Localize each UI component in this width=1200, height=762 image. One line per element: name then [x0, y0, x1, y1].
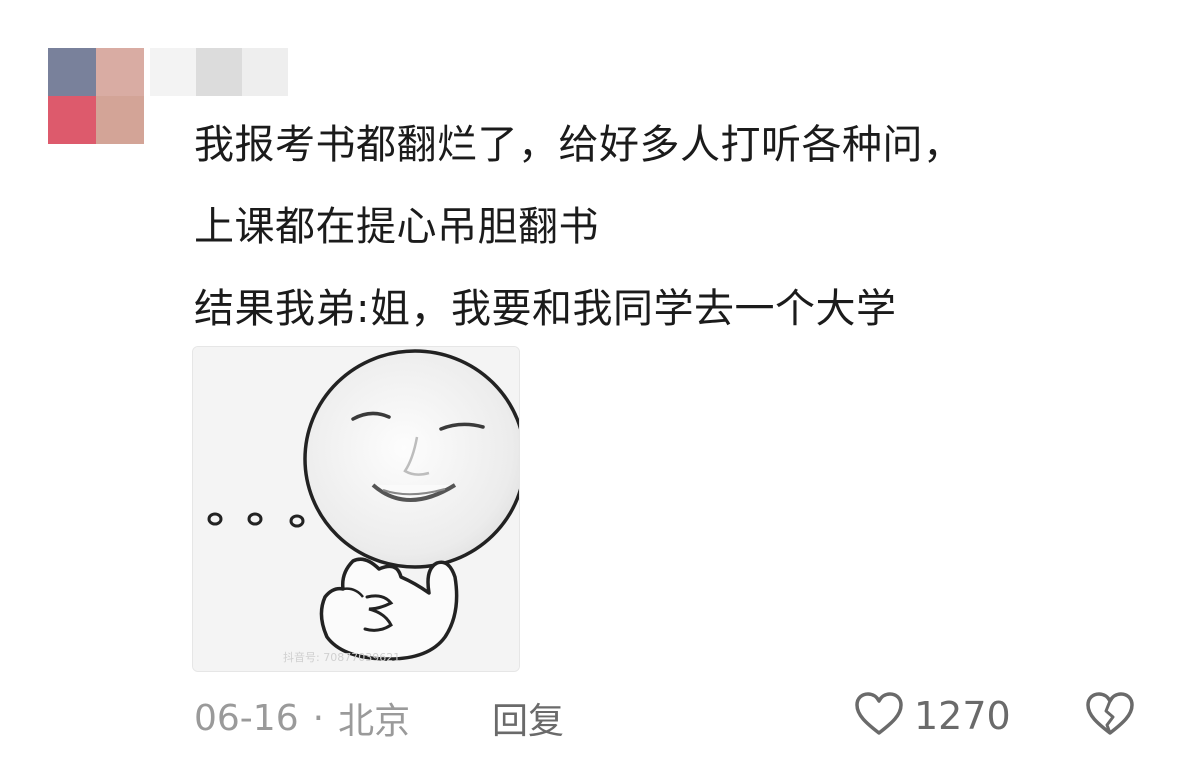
- reply-label: 回复: [492, 701, 565, 742]
- sticker-image[interactable]: 抖音号: 70877039621: [192, 346, 520, 672]
- heart-outline-icon: [854, 691, 904, 741]
- smirk-face-meme-sticker: [193, 347, 519, 671]
- comment-line: 上课都在提心吊胆翻书: [194, 204, 599, 250]
- avatar[interactable]: [48, 48, 144, 144]
- like-count: 1270: [914, 694, 1011, 738]
- avatar-pixel: [48, 96, 96, 144]
- like-button[interactable]: 1270: [854, 690, 1011, 742]
- avatar-pixel: [96, 48, 144, 96]
- comment-line: 结果我弟:姐，我要和我同学去一个大学: [194, 286, 897, 332]
- username-blur-block: [242, 48, 288, 96]
- broken-heart-icon: [1085, 691, 1135, 741]
- reply-button[interactable]: 回复: [492, 694, 564, 742]
- dislike-button[interactable]: [1084, 690, 1136, 742]
- comment-text: 我报考书都翻烂了，给好多人打听各种问， 上课都在提心吊胆翻书 结果我弟:姐，我要…: [194, 104, 1154, 350]
- username-blur-block: [196, 48, 242, 96]
- comment-line: 我报考书都翻烂了，给好多人打听各种问，: [194, 122, 964, 168]
- comment-location: 北京: [338, 701, 411, 742]
- username-blurred[interactable]: [150, 48, 290, 96]
- avatar-pixel: [96, 96, 144, 144]
- comment-date: 06-16: [194, 697, 299, 739]
- comment-meta: 06-16 · 北京: [194, 694, 411, 743]
- username-blur-block: [150, 48, 196, 96]
- sticker-watermark: 抖音号: 70877039621: [283, 651, 401, 664]
- avatar-pixel: [48, 48, 96, 96]
- meta-separator: ·: [312, 697, 325, 739]
